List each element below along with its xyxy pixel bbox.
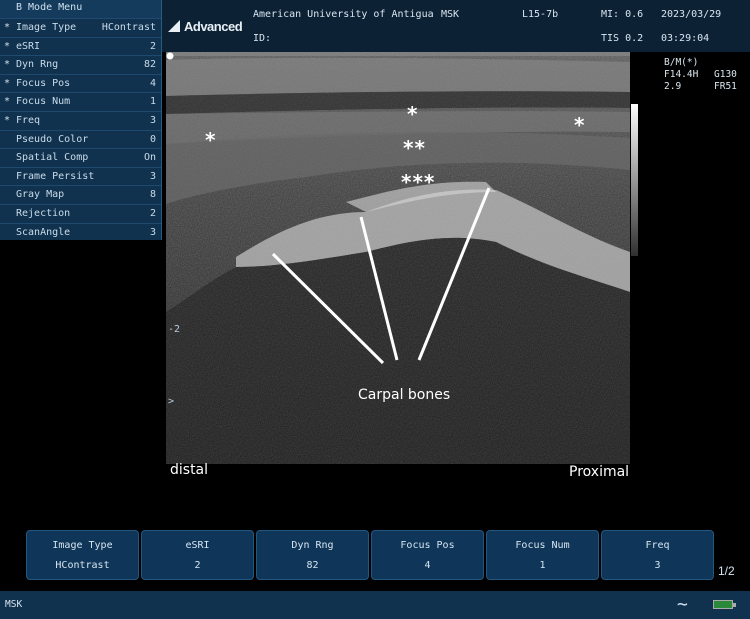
menu-item-value: 82: [143, 59, 156, 71]
menu-item-label: Frame Persist: [16, 170, 95, 182]
soft-key-image-type[interactable]: Image Type HContrast: [26, 530, 139, 580]
depth-mark-2: -2: [168, 324, 181, 335]
annotation-star-center: *: [407, 102, 419, 126]
menu-item-value: 4: [149, 77, 156, 89]
soft-key-label: Dyn Rng: [291, 540, 334, 551]
menu-item-value: 8: [149, 189, 156, 201]
status-mode-text: MSK: [5, 599, 23, 610]
annotation-triple-star: ***: [401, 170, 436, 194]
frequency-readout: F14.4H: [664, 69, 699, 80]
exam-time: 03:29:04: [661, 33, 710, 44]
menu-item-label: Focus Num: [16, 96, 71, 108]
soft-key-esri[interactable]: eSRI 2: [141, 530, 254, 580]
menu-item-label: eSRI: [16, 40, 41, 52]
soft-key-dyn-rng[interactable]: Dyn Rng 82: [256, 530, 369, 580]
exam-type: MSK: [441, 9, 460, 20]
menu-item-focus-pos[interactable]: * Focus Pos 4: [0, 73, 161, 93]
menu-item-frame-persist[interactable]: Frame Persist 3: [0, 166, 161, 186]
b-mode-menu: B Mode Menu * Image Type HContrast * eSRI 2 * D…: [0, 0, 162, 240]
menu-item-value: 2: [149, 207, 156, 219]
menu-item-value: 3: [149, 170, 156, 182]
page-indicator[interactable]: 1/2: [718, 564, 735, 578]
status-bar: MSK: [0, 591, 750, 619]
soft-key-focus-pos[interactable]: Focus Pos 4: [371, 530, 484, 580]
menu-item-focus-num[interactable]: * Focus Num 1: [0, 92, 161, 111]
menu-title: B Mode Menu: [0, 0, 161, 18]
soft-key-bar: Image Type HContrast eSRI 2 Dyn Rng 82 Focus P…: [26, 530, 714, 580]
soft-key-label: Freq: [645, 540, 670, 551]
menu-item-freq[interactable]: * Freq 3: [0, 110, 161, 130]
soft-key-label: Focus Num: [515, 540, 570, 551]
soft-key-focus-num[interactable]: Focus Num 1: [486, 530, 599, 580]
menu-item-value: 3: [149, 114, 156, 126]
battery-icon: [713, 600, 736, 609]
brand-logo: Advanced: [166, 12, 250, 40]
exam-date: 2023/03/29: [661, 9, 722, 20]
soft-key-value: 1: [539, 560, 546, 571]
menu-item-value: 0: [149, 133, 156, 145]
menu-item-label: Gray Map: [16, 189, 65, 201]
focus-depth-marker: >: [168, 396, 175, 407]
tis-readout: TIS 0.2: [601, 33, 644, 44]
wave-icon: ∼: [677, 594, 688, 615]
menu-item-star: *: [4, 96, 11, 108]
menu-item-gray-map[interactable]: Gray Map 8: [0, 185, 161, 204]
frame-rate-readout: FR51: [714, 81, 737, 92]
menu-item-star: *: [4, 114, 11, 126]
menu-item-value: 2: [149, 40, 156, 52]
menu-item-value: HContrast: [101, 22, 156, 33]
patient-id-label: ID:: [253, 33, 272, 44]
annotation-star-right: *: [574, 113, 586, 137]
menu-item-scanangle[interactable]: ScanAngle 3: [0, 222, 161, 242]
menu-item-label: ScanAngle: [16, 226, 71, 238]
gain-readout: G130: [714, 69, 737, 80]
logo-mark-icon: [168, 20, 180, 32]
menu-item-value: On: [143, 152, 156, 164]
gray-scale-bar: [631, 104, 638, 256]
menu-item-label: Pseudo Color: [16, 133, 89, 145]
menu-item-star: *: [4, 59, 11, 71]
carpal-bones-label: Carpal bones: [358, 387, 451, 403]
menu-item-star: *: [4, 40, 11, 52]
menu-item-spatial-comp[interactable]: Spatial Comp On: [0, 148, 161, 167]
menu-item-dyn-rng[interactable]: * Dyn Rng 82: [0, 55, 161, 74]
soft-key-value: 2: [194, 560, 201, 571]
mi-readout: MI: 0.6: [601, 9, 644, 20]
menu-item-label: Image Type: [16, 22, 77, 33]
menu-item-star: *: [4, 22, 11, 33]
institution-name: American University of Antigua: [253, 9, 434, 20]
soft-key-label: Image Type: [52, 540, 113, 551]
menu-item-value: 3: [149, 226, 156, 238]
menu-item-label: Dyn Rng: [16, 59, 59, 71]
focus-origin-marker: [166, 52, 174, 60]
soft-key-value: 4: [424, 560, 431, 571]
soft-key-freq[interactable]: Freq 3: [601, 530, 714, 580]
soft-key-value: HContrast: [55, 560, 110, 571]
annotation-star-left: *: [205, 128, 217, 152]
logo-text: Advanced: [184, 18, 243, 34]
soft-key-label: Focus Pos: [400, 540, 455, 551]
mode-readout: B/M(*): [664, 57, 699, 68]
menu-item-pseudo-color[interactable]: Pseudo Color 0: [0, 129, 161, 149]
annotation-double-star: **: [403, 136, 426, 160]
soft-key-value: 3: [654, 560, 661, 571]
menu-item-label: Focus Pos: [16, 77, 71, 89]
soft-key-value: 82: [306, 560, 319, 571]
menu-item-value: 1: [149, 96, 156, 108]
menu-item-label: Spatial Comp: [16, 152, 89, 164]
soft-key-label: eSRI: [185, 540, 210, 551]
menu-item-esri[interactable]: * eSRI 2: [0, 36, 161, 56]
menu-item-label: Rejection: [16, 207, 71, 219]
probe-name: L15-7b: [522, 9, 559, 20]
depth-readout: 2.9: [664, 81, 682, 92]
distal-label: distal: [170, 462, 209, 478]
menu-item-label: Freq: [16, 114, 41, 126]
menu-item-star: *: [4, 77, 11, 89]
proximal-label: Proximal: [569, 464, 630, 480]
menu-item-rejection[interactable]: Rejection 2: [0, 203, 161, 223]
menu-item-image-type[interactable]: * Image Type HContrast: [0, 18, 161, 37]
